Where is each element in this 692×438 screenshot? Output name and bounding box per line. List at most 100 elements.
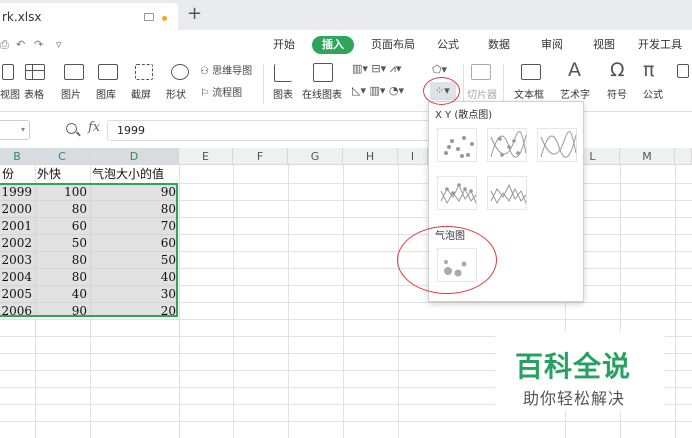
tab-formulas[interactable]: 公式 <box>437 36 459 54</box>
tool-label-online-chart: 在线图表 <box>302 90 342 101</box>
mindmap-button[interactable]: ⚇ 思维导图 <box>200 62 252 77</box>
fx-icon[interactable]: fx <box>88 120 100 135</box>
magnifier-icon[interactable] <box>66 123 77 134</box>
column-header-f[interactable]: F <box>233 148 288 165</box>
scatter-smooth-lines-markers-option[interactable] <box>487 128 527 162</box>
symbol-icon[interactable]: Ω <box>610 59 625 81</box>
print-icon[interactable]: ⎙ <box>0 38 9 52</box>
scatter-straight-lines-icon <box>490 183 527 205</box>
pivot-view-icon[interactable] <box>2 64 14 80</box>
tool-label-symbol: 符号 <box>607 90 627 101</box>
table-cell[interactable]: 2000 <box>0 200 35 218</box>
column-header-h[interactable]: H <box>343 148 398 165</box>
watermark: 百科全说 助你轻松解决 <box>495 331 665 411</box>
header-cell-income[interactable]: 外快 <box>35 165 90 183</box>
document-tab[interactable]: rk.xlsx <box>0 3 178 30</box>
column-header-n[interactable] <box>675 148 692 165</box>
customize-dropdown-icon[interactable]: ▿ <box>56 38 62 51</box>
table-cell[interactable]: 60 <box>90 234 179 252</box>
wordart-icon[interactable]: A <box>568 59 581 81</box>
flowchart-label: 流程图 <box>212 88 243 99</box>
tab-developer[interactable]: 开发工具 <box>638 36 682 54</box>
gallery-icon[interactable] <box>98 64 118 80</box>
column-header-g[interactable]: G <box>288 148 343 165</box>
column-header-m[interactable]: M <box>620 148 675 165</box>
more-icon[interactable] <box>677 64 689 78</box>
table-cell[interactable]: 2006 <box>0 302 35 320</box>
table-cell[interactable]: 60 <box>35 217 90 235</box>
tab-data[interactable]: 数据 <box>488 36 510 54</box>
screen-icon[interactable] <box>144 13 154 21</box>
column-header-c[interactable]: C <box>35 148 90 165</box>
tab-review[interactable]: 审阅 <box>541 36 563 54</box>
column-header-i[interactable]: I <box>398 148 428 165</box>
formula-input[interactable]: 1999 <box>107 120 437 141</box>
table-cell[interactable]: 90 <box>90 183 179 201</box>
column-chart-dropdown[interactable]: ▥▾ ⊟▾ ⩘▾ <box>352 62 401 76</box>
scatter-straight-lines-option[interactable] <box>487 176 527 210</box>
unsaved-dot-icon <box>162 16 167 21</box>
table-cell[interactable]: 2002 <box>0 234 35 252</box>
table-cell[interactable]: 20 <box>90 302 179 320</box>
tool-label-equation: 公式 <box>643 90 663 101</box>
chart-icon[interactable] <box>274 64 292 82</box>
column-header-e[interactable]: E <box>179 148 233 165</box>
picture-icon[interactable] <box>64 64 84 80</box>
tab-view[interactable]: 视图 <box>593 36 615 54</box>
undo-icon[interactable]: ↶ <box>16 38 25 51</box>
scatter-markers-only-option[interactable] <box>437 128 477 162</box>
table-cell[interactable]: 1999 <box>0 183 35 201</box>
table-icon[interactable] <box>25 64 45 80</box>
header-cell-year[interactable]: 份 <box>0 165 35 183</box>
table-cell[interactable]: 2003 <box>0 251 35 269</box>
textbox-icon[interactable] <box>521 64 541 80</box>
scatter-smooth-lines-option[interactable] <box>537 128 577 162</box>
flowchart-button[interactable]: ⚐ 流程图 <box>200 84 242 99</box>
tab-insert[interactable]: 插入 <box>312 36 354 54</box>
tool-label-table: 表格 <box>24 90 44 101</box>
header-cell-bubble-size[interactable]: 气泡大小的值 <box>90 165 179 183</box>
tool-label-gallery: 图库 <box>96 90 116 101</box>
table-cell[interactable]: 80 <box>90 200 179 218</box>
table-cell[interactable]: 50 <box>35 234 90 252</box>
scatter-straight-lines-markers-icon <box>440 183 477 205</box>
table-cell[interactable]: 2001 <box>0 217 35 235</box>
watermark-title: 百科全说 <box>515 350 632 383</box>
online-chart-icon[interactable] <box>313 63 333 82</box>
xy-scatter-section-title: X Y (散点图) <box>435 110 493 121</box>
table-cell[interactable]: 2004 <box>0 268 35 286</box>
area-chart-dropdown[interactable]: ◺▾ ▥▾ ◔▾ <box>352 84 404 97</box>
table-cell[interactable]: 50 <box>90 251 179 269</box>
scatter-markers-only-icon <box>444 136 474 158</box>
slicer-icon <box>471 64 491 80</box>
table-cell[interactable]: 30 <box>90 285 179 303</box>
table-cell[interactable]: 40 <box>35 285 90 303</box>
equation-icon[interactable]: π <box>643 59 654 81</box>
tool-label-shape: 形状 <box>166 90 186 101</box>
table-cell[interactable]: 80 <box>35 268 90 286</box>
shape-icon[interactable] <box>171 64 189 80</box>
table-cell[interactable]: 40 <box>90 268 179 286</box>
redo-icon[interactable]: ↷ <box>34 38 43 51</box>
table-cell[interactable]: 2005 <box>0 285 35 303</box>
ribbon-divider <box>503 64 504 104</box>
table-cell[interactable]: 70 <box>90 217 179 235</box>
tool-label-screenshot: 截屏 <box>131 90 151 101</box>
radar-chart-dropdown[interactable]: ⬠▾ <box>432 63 447 76</box>
screenshot-icon[interactable] <box>135 64 153 80</box>
tab-home[interactable]: 开始 <box>273 36 295 54</box>
table-cell[interactable]: 80 <box>35 251 90 269</box>
name-box[interactable]: ▾ <box>0 120 30 140</box>
column-header-b[interactable]: B <box>0 148 35 165</box>
highlight-circle-scatter-button <box>423 77 460 105</box>
chevron-down-icon: ▾ <box>21 125 26 134</box>
new-tab-button[interactable]: + <box>187 4 202 24</box>
tool-label-chart: 图表 <box>273 90 293 101</box>
tab-page-layout[interactable]: 页面布局 <box>371 36 415 54</box>
table-cell[interactable]: 80 <box>35 200 90 218</box>
tool-label-view: 视图 <box>0 90 20 101</box>
table-cell[interactable]: 90 <box>35 302 90 320</box>
table-cell[interactable]: 100 <box>35 183 90 201</box>
scatter-straight-lines-markers-option[interactable] <box>437 176 477 210</box>
column-header-d[interactable]: D <box>90 148 179 165</box>
